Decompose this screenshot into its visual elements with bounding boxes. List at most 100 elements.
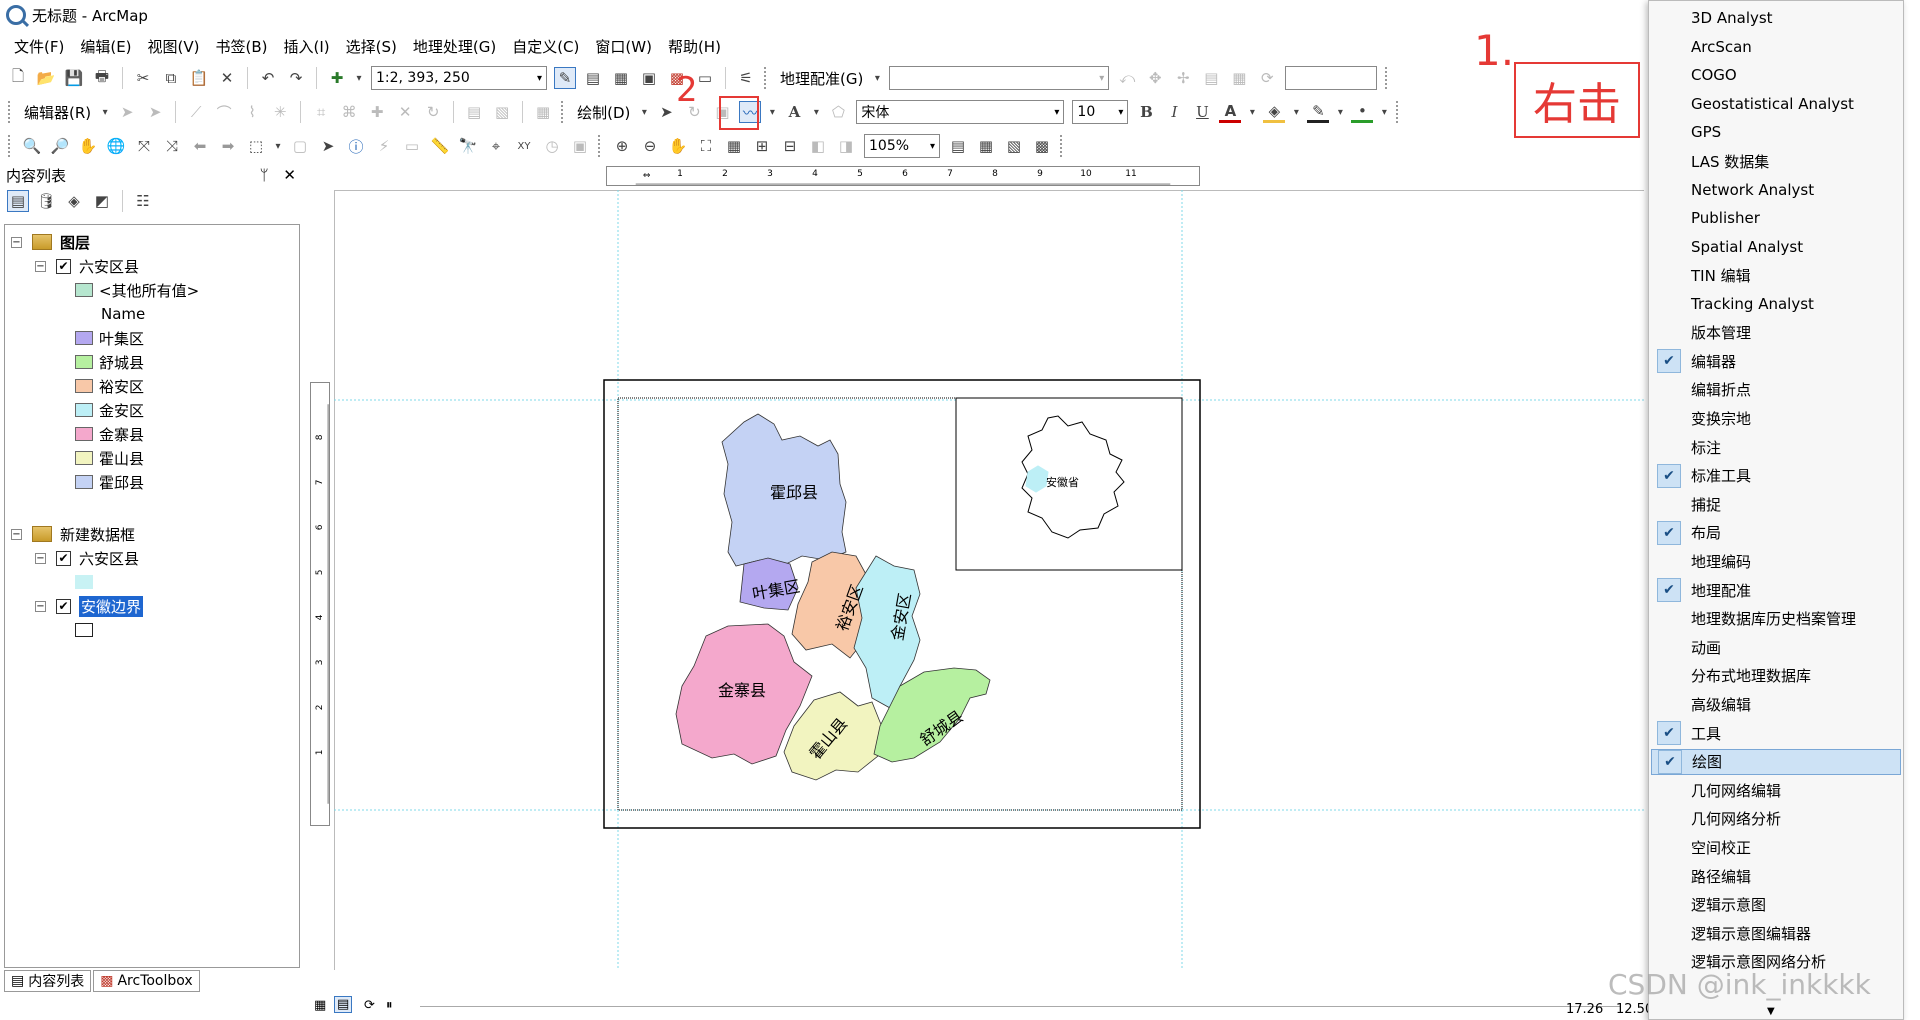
dropdown-arrow-icon[interactable]: ▾ <box>100 101 110 123</box>
horizontal-scrollbar[interactable] <box>420 1006 1620 1007</box>
table-window-icon[interactable]: ▤ <box>582 67 604 89</box>
toolbar-menu-item[interactable]: Network Analyst <box>1651 177 1901 203</box>
toolbar-menu-item[interactable]: 3D Analyst <box>1651 5 1901 31</box>
toolbar-menu-item[interactable]: ✔ 编辑器 <box>1651 348 1901 374</box>
menu-edit[interactable]: 编辑(E) <box>80 36 131 57</box>
data-frame-row[interactable]: − 新建数据框 <box>11 523 135 545</box>
back-icon[interactable]: ⬅ <box>189 135 211 157</box>
dropdown-arrow-icon[interactable]: ▾ <box>1247 101 1257 123</box>
go-forward-extent-icon[interactable]: ◨ <box>835 135 857 157</box>
html-popup-icon[interactable]: ▭ <box>401 135 423 157</box>
toolbar-menu-item[interactable]: 几何网络编辑 <box>1651 777 1901 803</box>
toolbar-grip[interactable] <box>8 135 14 157</box>
layer-visibility-checkbox[interactable]: ✔ <box>56 598 71 614</box>
line-color-icon[interactable]: ✎ <box>1307 101 1330 123</box>
dropdown-arrow-icon[interactable]: ▾ <box>872 67 882 89</box>
list-by-visibility-icon[interactable]: ◈ <box>63 190 85 212</box>
select-elements-icon[interactable]: ➤ <box>655 101 677 123</box>
forward-icon[interactable]: ➡ <box>217 135 239 157</box>
bold-button[interactable]: B <box>1135 101 1157 123</box>
zoom-out-icon[interactable]: 🔎 <box>49 135 71 157</box>
data-view-icon[interactable]: ▦ <box>314 998 326 1013</box>
legend-item[interactable]: 舒城县 <box>75 351 144 373</box>
menu-customize[interactable]: 自定义(C) <box>512 36 579 57</box>
zoom-percent-combo[interactable]: 105% ▾ <box>864 134 940 158</box>
menu-help[interactable]: 帮助(H) <box>668 36 721 57</box>
time-slider-icon[interactable]: ◷ <box>541 135 563 157</box>
toolbar-menu-item[interactable]: 路径编辑 <box>1651 863 1901 889</box>
layer-symbol[interactable] <box>75 571 99 593</box>
refresh-icon[interactable]: ⟳ <box>364 998 375 1013</box>
toolbar-grip[interactable] <box>764 67 770 89</box>
legend-item[interactable]: <其他所有值> <box>75 279 199 301</box>
toolbar-menu-item[interactable]: ArcScan <box>1651 34 1901 60</box>
toolbar-grip[interactable] <box>1385 67 1391 89</box>
open-folder-icon[interactable]: 📂 <box>35 67 57 89</box>
dropdown-arrow-icon[interactable]: ▾ <box>1379 101 1389 123</box>
fixed-zoom-out-icon[interactable]: ⤨ <box>161 135 183 157</box>
left-ruler[interactable]: 8 7 6 5 4 3 2 1 <box>310 382 330 826</box>
toolbar-menu-item[interactable]: 地理数据库历史档案管理 <box>1651 606 1901 632</box>
font-combo[interactable]: 宋体 ▾ <box>856 100 1065 124</box>
legend-item[interactable]: 霍邱县 <box>75 471 144 493</box>
toolbar-menu-item[interactable]: 标注 <box>1651 434 1901 460</box>
toolbar-menu-item[interactable]: 空间校正 <box>1651 834 1901 860</box>
toolbar-menu-item[interactable]: Geostatistical Analyst <box>1651 91 1901 117</box>
toolbar-menu-item[interactable]: 逻辑示意图 <box>1651 892 1901 918</box>
fixed-zoom-out-layout-icon[interactable]: ⊟ <box>779 135 801 157</box>
toolbar-menu-item[interactable]: GPS <box>1651 119 1901 145</box>
toolbar-menu-item[interactable]: COGO <box>1651 62 1901 88</box>
layout-view-icon[interactable]: ▤ <box>334 996 353 1013</box>
fixed-zoom-in-layout-icon[interactable]: ⊞ <box>751 135 773 157</box>
cut-icon[interactable]: ✂ <box>132 67 154 89</box>
toolbar-menu-item[interactable]: 分布式地理数据库 <box>1651 663 1901 689</box>
pan-icon[interactable]: ✋ <box>77 135 99 157</box>
toolbar-menu-item[interactable]: TIN 编辑 <box>1651 262 1901 288</box>
zoom-in-icon[interactable]: 🔍 <box>21 135 43 157</box>
scale-combo[interactable]: 1:2, 393, 250 ▾ <box>371 66 547 90</box>
layout-canvas[interactable]: 安徽省 霍邱县 叶集区 裕安区 金安区 金寨县 霍山县 舒城县 <box>334 190 1644 970</box>
layer-symbol[interactable] <box>75 619 99 641</box>
toolbar-menu-item[interactable]: ✔ 工具 <box>1651 720 1901 746</box>
list-by-drawing-order-icon[interactable]: ▤ <box>7 190 29 212</box>
underline-button[interactable]: U <box>1191 101 1213 123</box>
toolbar-grip[interactable] <box>561 101 567 123</box>
font-size-combo[interactable]: 10 ▾ <box>1072 100 1129 124</box>
toolbar-menu-item[interactable]: Spatial Analyst <box>1651 234 1901 260</box>
fixed-zoom-in-icon[interactable]: ⤧ <box>133 135 155 157</box>
fill-color-icon[interactable]: ◈ <box>1263 101 1286 123</box>
collapse-icon[interactable]: − <box>11 528 22 540</box>
georef-layer-combo[interactable]: ▾ <box>889 66 1110 90</box>
redo-icon[interactable]: ↷ <box>285 67 307 89</box>
toolbar-menu-item[interactable]: 变换宗地 <box>1651 405 1901 431</box>
layout-zoom-in-icon[interactable]: ⊕ <box>611 135 633 157</box>
copy-icon[interactable]: ⧉ <box>160 67 182 89</box>
print-icon[interactable]: 🖶 <box>91 67 113 89</box>
identify-icon[interactable]: ⓘ <box>345 135 367 157</box>
full-extent-icon[interactable]: 🌐 <box>105 135 127 157</box>
toolbar-grip[interactable] <box>1396 101 1402 123</box>
menu-selection[interactable]: 选择(S) <box>346 36 397 57</box>
georef-text-field[interactable] <box>1285 66 1378 90</box>
layer-row[interactable]: − ✔ 六安区县 <box>35 255 139 277</box>
layer-row[interactable]: − ✔ 安徽边界 <box>35 595 144 617</box>
select-elements-icon[interactable]: ➤ <box>317 135 339 157</box>
font-color-icon[interactable]: A <box>1219 101 1242 123</box>
toolbar-grip[interactable] <box>1060 135 1066 157</box>
editor-toolbar-icon[interactable]: ✎ <box>554 67 576 89</box>
close-icon[interactable]: ✕ <box>283 166 296 184</box>
menu-view[interactable]: 视图(V) <box>148 36 200 57</box>
options-icon[interactable]: ☷ <box>132 190 154 212</box>
undo-icon[interactable]: ↶ <box>257 67 279 89</box>
layer-visibility-checkbox[interactable]: ✔ <box>56 550 71 566</box>
italic-button[interactable]: I <box>1163 101 1185 123</box>
top-ruler[interactable]: ⇔ 1 2 3 4 5 6 7 8 9 10 11 <box>606 166 1200 186</box>
delete-icon[interactable]: ✕ <box>216 67 238 89</box>
dropdown-arrow-icon[interactable]: ▾ <box>639 101 649 123</box>
toolbar-menu-item[interactable]: 动画 <box>1651 634 1901 660</box>
collapse-icon[interactable]: − <box>35 260 46 272</box>
toolbar-menu-item[interactable]: Publisher <box>1651 205 1901 231</box>
toolbar-menu-item[interactable]: 地理编码 <box>1651 548 1901 574</box>
toolbar-menu-item[interactable]: ✔ 布局 <box>1651 520 1901 546</box>
zoom-100-icon[interactable]: ▦ <box>723 135 745 157</box>
